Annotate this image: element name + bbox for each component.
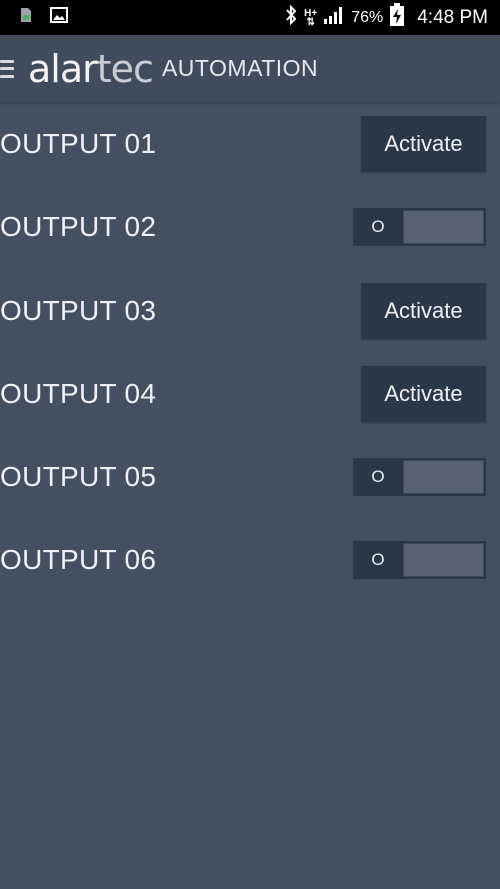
network-type-indicator: H+ ⇅ [304,8,317,28]
brand-logo-part2: tec [96,46,154,91]
output-label: OUTPUT 02 [0,211,157,242]
output-label: OUTPUT 04 [0,378,157,409]
output-label: OUTPUT 05 [0,461,157,492]
toggle-state-label: O [371,217,385,236]
signal-strength-icon [323,5,345,30]
status-bar-right: H+ ⇅ 76% 4:48 PM [284,3,500,32]
output-label: OUTPUT 03 [0,295,157,326]
toggle-track [403,460,484,494]
activate-button-output-03[interactable]: Activate [361,283,486,339]
hamburger-menu-icon[interactable] [0,59,14,78]
status-bar: H+ ⇅ 76% 4:48 PM [0,0,500,35]
status-bar-left [0,7,68,28]
toggle-switch-output-06[interactable]: O [353,541,486,579]
sd-card-icon [18,7,34,28]
activate-button-output-01[interactable]: Activate [361,116,486,172]
activate-button-output-04[interactable]: Activate [361,366,486,422]
toggle-switch-output-05[interactable]: O [353,458,486,496]
toggle-track [403,210,484,244]
battery-percent: 76% [351,8,384,26]
output-row-06: OUTPUT 06 O [0,530,500,590]
output-row-02: OUTPUT 02 O [0,197,500,257]
output-label: OUTPUT 01 [0,128,157,159]
output-label: OUTPUT 06 [0,544,157,575]
brand-logo: alartec [28,46,154,91]
battery-charging-icon [389,3,405,32]
bluetooth-icon [284,4,298,30]
clock: 4:48 PM [417,6,488,28]
toggle-state-label: O [371,467,385,486]
output-row-04: OUTPUT 04 Activate [0,364,500,424]
image-icon [50,7,68,28]
app-header: alartec AUTOMATION [0,35,500,102]
data-arrows-icon: ⇅ [306,16,315,28]
output-row-05: OUTPUT 05 O [0,447,500,507]
output-row-01: OUTPUT 01 Activate [0,114,500,174]
toggle-switch-output-02[interactable]: O [353,208,486,246]
toggle-state-label: O [371,550,385,569]
toggle-track [403,543,484,577]
brand-logo-part1: alar [28,46,98,91]
page-title: AUTOMATION [161,55,319,81]
output-row-03: OUTPUT 03 Activate [0,281,500,341]
